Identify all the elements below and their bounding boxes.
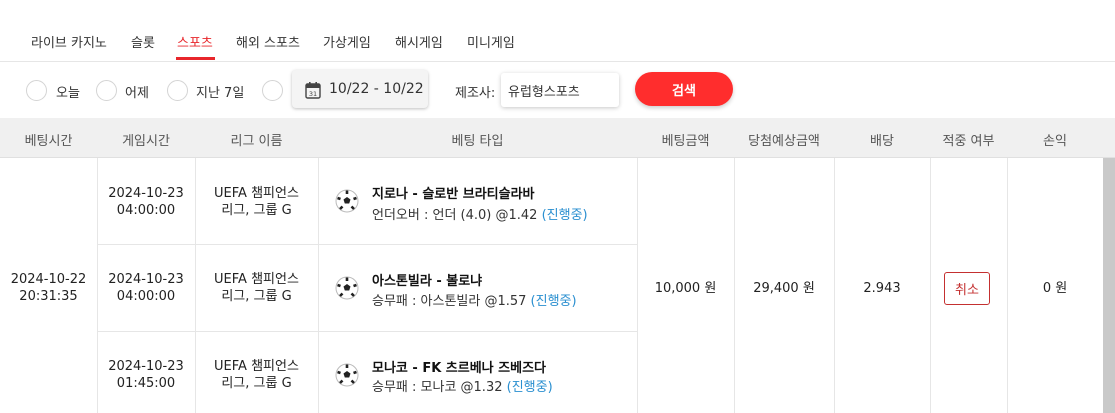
filter-bar: 오늘 어제 지난 7일 31 10/22 - 10/22 제조사: 검색: [0, 62, 1115, 118]
col-expected-win: 당첨예상금액: [748, 134, 820, 149]
profit-loss: 0 원: [1042, 281, 1068, 296]
league-cell: UEFA 챔피언스 리그, 그룹 G: [195, 271, 318, 305]
col-game-time: 게임시간: [122, 134, 170, 149]
col-league-name: 리그 이름: [230, 134, 283, 149]
active-tab-indicator: [176, 57, 215, 60]
col-bet-amount: 베팅금액: [661, 134, 710, 149]
col-bet-time: 베팅시간: [24, 134, 73, 149]
league-name-line2: 리그, 그룹 G: [221, 289, 292, 304]
game-clock: 04:00:00: [116, 203, 176, 218]
bet-detail: 승무패 : 모나코 @1.32 (진행중): [372, 376, 553, 395]
col-odds: 배당: [870, 134, 894, 149]
radio-today[interactable]: [26, 80, 47, 101]
provider-label: 제조사:: [455, 86, 496, 101]
league-name-line1: UEFA 챔피언스: [214, 272, 299, 287]
tab-overseas-sports[interactable]: 해외 스포츠: [236, 32, 300, 51]
radio-last-7-days-label: 지난 7일: [196, 86, 245, 101]
tab-mini-games[interactable]: 미니게임: [467, 32, 515, 51]
selection-status: (진행중): [530, 294, 577, 309]
calendar-icon: 31: [305, 81, 321, 103]
match-title: 아스톤빌라 - 볼로냐: [372, 274, 483, 289]
bet-detail: 언더오버 : 언더 (4.0) @1.42 (진행중): [372, 204, 588, 223]
match-title: 지로나 - 슬로반 브라티슬라바: [372, 187, 535, 202]
bet-amount: 10,000 원: [654, 281, 717, 296]
row-divider: [97, 331, 637, 332]
col-bet-type: 베팅 타입: [451, 134, 504, 149]
league-name-line1: UEFA 챔피언스: [214, 359, 299, 374]
radio-yesterday-label: 어제: [125, 86, 149, 101]
game-clock: 04:00:00: [116, 289, 176, 304]
col-result: 적중 여부: [942, 134, 995, 149]
bet-time-clock: 20:31:35: [19, 289, 78, 304]
league-cell: UEFA 챔피언스 리그, 그룹 G: [195, 185, 318, 219]
game-time-cell: 2024-10-23 04:00:00: [97, 271, 195, 305]
selection-status: (진행중): [506, 380, 553, 395]
radio-last-7-days[interactable]: [167, 80, 188, 101]
soccer-ball-icon: [335, 363, 359, 387]
game-date: 2024-10-23: [108, 359, 184, 374]
league-name-line1: UEFA 챔피언스: [214, 186, 299, 201]
cancel-bet-button[interactable]: 취소: [944, 272, 990, 305]
table-row: 2024-10-22 20:31:35 2024-10-23 04:00:00 …: [0, 158, 1115, 413]
bet-time-date: 2024-10-22: [10, 272, 87, 287]
col-profit: 손익: [1043, 134, 1067, 149]
game-date: 2024-10-23: [108, 272, 184, 287]
game-category-tabs: 라이브 카지노 슬롯 스포츠 해외 스포츠 가상게임 해시게임 미니게임: [0, 0, 1115, 62]
soccer-ball-icon: [335, 276, 359, 300]
selection-status: (진행중): [541, 208, 588, 223]
league-name-line2: 리그, 그룹 G: [221, 203, 292, 218]
svg-text:31: 31: [309, 90, 317, 98]
radio-today-label: 오늘: [56, 86, 80, 101]
tab-live-casino[interactable]: 라이브 카지노: [31, 32, 107, 51]
column-divider: [318, 158, 319, 413]
table-header: 베팅시간 게임시간 리그 이름 베팅 타입 베팅금액 당첨예상금액 배당 적중 …: [0, 118, 1115, 158]
tab-virtual-games[interactable]: 가상게임: [323, 32, 371, 51]
game-date: 2024-10-23: [108, 186, 184, 201]
soccer-ball-icon: [335, 189, 359, 213]
date-range-text: 10/22 - 10/22: [329, 81, 424, 97]
league-cell: UEFA 챔피언스 리그, 그룹 G: [195, 358, 318, 392]
bet-detail: 승무패 : 아스톤빌라 @1.57 (진행중): [372, 290, 577, 309]
search-button[interactable]: 검색: [635, 72, 733, 106]
match-title: 모나코 - FK 츠르베나 즈베즈다: [372, 361, 547, 376]
bet-type: 승무패 : 아스톤빌라 @1.57: [372, 294, 527, 309]
radio-custom-range[interactable]: [262, 80, 283, 101]
radio-yesterday[interactable]: [96, 80, 117, 101]
expected-win: 29,400 원: [753, 281, 815, 296]
tab-hash-games[interactable]: 해시게임: [395, 32, 443, 51]
bet-time-cell: 2024-10-22 20:31:35: [0, 271, 97, 305]
date-range-picker[interactable]: 31 10/22 - 10/22: [292, 70, 428, 108]
vertical-scrollbar[interactable]: [1103, 158, 1115, 413]
game-time-cell: 2024-10-23 04:00:00: [97, 185, 195, 219]
column-divider: [930, 158, 931, 413]
bet-type: 언더오버 : 언더 (4.0) @1.42: [372, 208, 538, 223]
tab-slots[interactable]: 슬롯: [131, 32, 155, 51]
tab-sports[interactable]: 스포츠: [177, 32, 213, 51]
odds-value: 2.943: [863, 281, 901, 296]
game-clock: 01:45:00: [116, 376, 176, 391]
game-time-cell: 2024-10-23 01:45:00: [97, 358, 195, 392]
row-divider: [97, 244, 637, 245]
league-name-line2: 리그, 그룹 G: [221, 376, 292, 391]
bet-type: 승무패 : 모나코 @1.32: [372, 380, 503, 395]
provider-field[interactable]: [501, 73, 619, 107]
